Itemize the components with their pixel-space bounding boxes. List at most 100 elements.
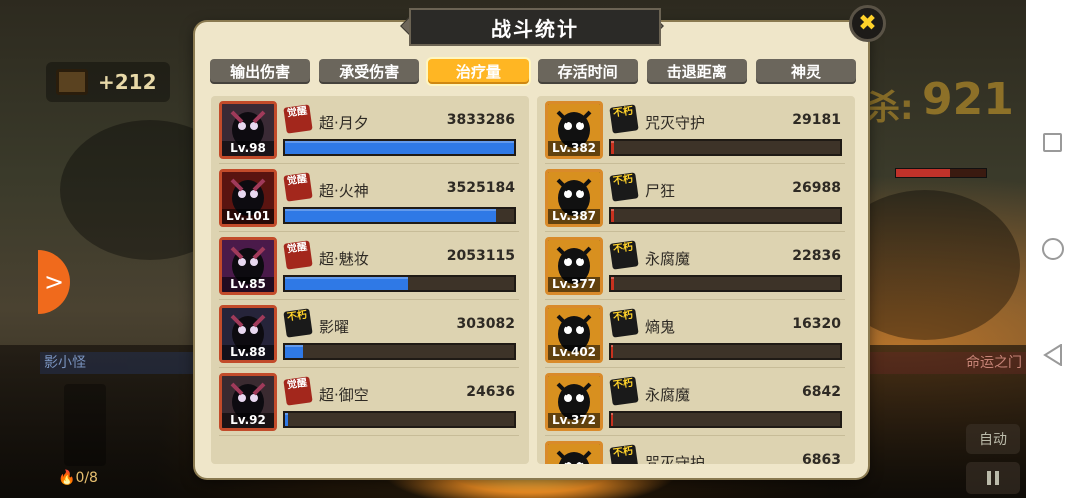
heal-progress-fill bbox=[285, 141, 514, 154]
home-icon[interactable] bbox=[1042, 238, 1064, 260]
heal-progress-bar bbox=[283, 411, 516, 428]
heal-progress-fill bbox=[611, 209, 614, 222]
heal-value: 3525184 bbox=[446, 180, 515, 196]
heal-value: 22836 bbox=[792, 248, 841, 264]
enemy-stat-row: Lv.377 不朽 永腐魔 22836 bbox=[537, 232, 855, 300]
tab-1[interactable]: 承受伤害 bbox=[319, 59, 420, 84]
ally-stats-list[interactable]: Lv.98 觉醒 超·月夕 3833286 Lv.101 觉醒 超·火神 3525184 Lv.… bbox=[211, 96, 529, 464]
tab-3[interactable]: 存活时间 bbox=[537, 59, 638, 84]
heal-value: 6842 bbox=[802, 384, 841, 400]
unit-level: Lv.92 bbox=[222, 413, 274, 428]
heal-progress-bar bbox=[283, 207, 516, 224]
unit-level: Lv.101 bbox=[222, 209, 274, 224]
rank-badge: 不朽 bbox=[609, 376, 639, 406]
unit-avatar[interactable]: Lv.101 bbox=[219, 169, 277, 227]
unit-level: Lv.98 bbox=[222, 141, 274, 156]
unit-avatar[interactable]: Lv.382 bbox=[545, 101, 603, 159]
tab-4[interactable]: 击退距离 bbox=[646, 59, 747, 84]
rank-badge: 不朽 bbox=[283, 308, 313, 338]
kill-count: 921 bbox=[922, 74, 1014, 125]
tab-5[interactable]: 神灵 bbox=[755, 59, 857, 84]
enemy-stat-row: Lv.372 不朽 永腐魔 6842 bbox=[537, 368, 855, 436]
enemy-stat-row: Lv.402 不朽 熵鬼 16320 bbox=[537, 300, 855, 368]
heal-value: 24636 bbox=[466, 384, 515, 400]
heal-value: 3833286 bbox=[446, 112, 515, 128]
back-icon[interactable] bbox=[1043, 344, 1063, 366]
rank-badge: 觉醒 bbox=[283, 172, 313, 202]
energy-counter: 🔥0/8 bbox=[58, 470, 98, 486]
chest-counter: +212 bbox=[46, 62, 170, 102]
unit-level: Lv.372 bbox=[548, 413, 600, 428]
heal-progress-fill bbox=[611, 141, 614, 154]
ally-stat-row: Lv.85 觉醒 超·魅妆 2053115 bbox=[211, 232, 529, 300]
heal-progress-bar bbox=[609, 207, 842, 224]
unit-name: 尸狂 bbox=[645, 182, 676, 200]
unit-avatar[interactable]: Lv.98 bbox=[219, 101, 277, 159]
unit-name: 咒灭守护 bbox=[645, 454, 706, 464]
unit-name: 永腐魔 bbox=[645, 250, 691, 268]
unit-level: Lv.85 bbox=[222, 277, 274, 292]
kill-label: 杀: bbox=[866, 88, 914, 128]
recent-apps-icon[interactable] bbox=[1043, 133, 1062, 152]
enemy-stats-list[interactable]: Lv.382 不朽 咒灭守护 29181 Lv.387 不朽 尸狂 26988 Lv.377 不朽… bbox=[537, 96, 855, 464]
unit-name: 超·魅妆 bbox=[319, 250, 369, 268]
unit-level: Lv.387 bbox=[548, 209, 600, 224]
unit-avatar[interactable]: Lv.85 bbox=[219, 237, 277, 295]
rank-badge: 觉醒 bbox=[283, 240, 313, 270]
unit-name: 永腐魔 bbox=[645, 386, 691, 404]
close-button[interactable]: ✖ bbox=[849, 5, 886, 42]
panel-title: 战斗统计 bbox=[409, 8, 661, 46]
heal-value: 16320 bbox=[792, 316, 841, 332]
rank-badge: 不朽 bbox=[609, 308, 639, 338]
unit-name: 熵鬼 bbox=[645, 318, 676, 336]
heal-progress-bar bbox=[609, 275, 842, 292]
heal-progress-fill bbox=[285, 413, 288, 426]
heal-progress-fill bbox=[611, 413, 613, 426]
heal-progress-fill bbox=[611, 345, 614, 358]
chest-icon bbox=[56, 69, 88, 95]
heal-progress-bar bbox=[609, 343, 842, 360]
heal-value: 6863 bbox=[802, 452, 841, 464]
unit-avatar[interactable]: Lv.377 bbox=[545, 237, 603, 295]
unit-level: Lv.377 bbox=[548, 277, 600, 292]
unit-name: 咒灭守护 bbox=[645, 114, 706, 132]
unit-level: Lv.402 bbox=[548, 345, 600, 360]
heal-progress-bar bbox=[283, 343, 516, 360]
stats-tabs: 输出伤害 承受伤害 治疗量 存活时间 击退距离 神灵 bbox=[210, 59, 857, 84]
row-divider bbox=[219, 435, 519, 436]
unit-name: 影曜 bbox=[319, 318, 350, 336]
heal-progress-fill bbox=[285, 209, 496, 222]
ally-stat-row: Lv.92 觉醒 超·御空 24636 bbox=[211, 368, 529, 436]
tab-0[interactable]: 输出伤害 bbox=[210, 59, 311, 84]
heal-value: 303082 bbox=[456, 316, 515, 332]
unit-avatar[interactable]: Lv.387 bbox=[545, 169, 603, 227]
unit-avatar[interactable]: Lv.402 bbox=[545, 305, 603, 363]
unit-avatar[interactable]: Lv.88 bbox=[219, 305, 277, 363]
unit-avatar[interactable]: Lv.372 bbox=[545, 373, 603, 431]
tab-2[interactable]: 治疗量 bbox=[428, 59, 529, 84]
enemy-stat-row: Lv.382 不朽 咒灭守护 29181 bbox=[537, 96, 855, 164]
unit-name: 超·火神 bbox=[319, 182, 369, 200]
heal-progress-bar bbox=[283, 275, 516, 292]
pause-button[interactable] bbox=[966, 462, 1020, 494]
close-icon: ✖ bbox=[858, 11, 877, 36]
ally-stat-row: Lv.98 觉醒 超·月夕 3833286 bbox=[211, 96, 529, 164]
heal-progress-bar bbox=[283, 139, 516, 156]
chevron-right-icon: > bbox=[43, 268, 65, 296]
expand-arrow-button[interactable]: > bbox=[38, 250, 70, 314]
auto-button[interactable]: 自动 bbox=[966, 424, 1020, 454]
team-left-label: 影小怪 bbox=[40, 352, 195, 374]
rank-badge: 不朽 bbox=[609, 444, 639, 464]
heal-progress-fill bbox=[285, 277, 408, 290]
enemy-stat-row: 不朽 咒灭守护 6863 bbox=[537, 436, 855, 464]
heal-progress-bar bbox=[609, 139, 842, 156]
heal-value: 29181 bbox=[792, 112, 841, 128]
unit-avatar[interactable] bbox=[545, 441, 603, 464]
unit-avatar[interactable]: Lv.92 bbox=[219, 373, 277, 431]
unit-level: Lv.88 bbox=[222, 345, 274, 360]
heal-value: 2053115 bbox=[446, 248, 515, 264]
ally-stat-row: Lv.101 觉醒 超·火神 3525184 bbox=[211, 164, 529, 232]
heal-value: 26988 bbox=[792, 180, 841, 196]
energy-gauge bbox=[64, 384, 106, 466]
rank-badge: 觉醒 bbox=[283, 376, 313, 406]
